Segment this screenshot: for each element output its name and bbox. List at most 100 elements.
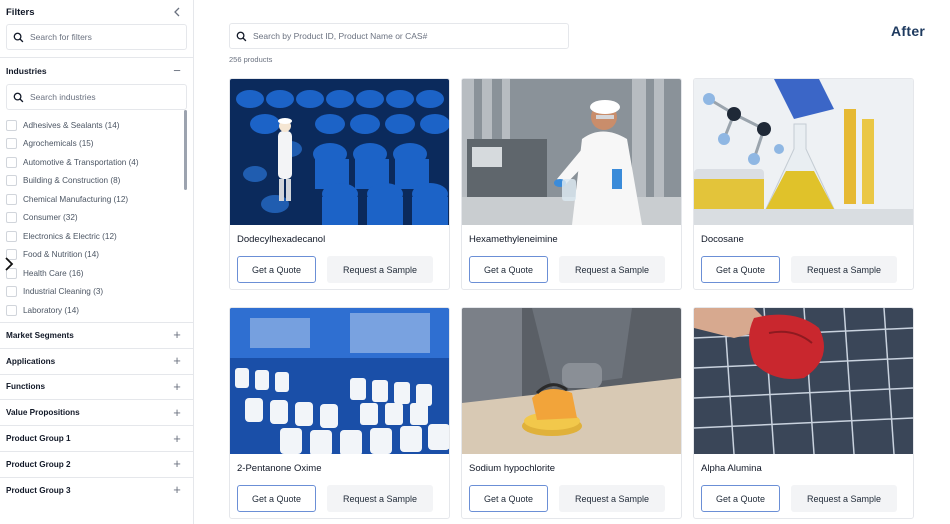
section-label: Market Segments <box>6 330 74 340</box>
product-search-input[interactable] <box>253 31 562 41</box>
section-applications[interactable]: Applications + <box>0 347 193 374</box>
industry-label: Electronics & Electric (12) <box>23 231 117 241</box>
industry-item[interactable]: Food & Nutrition (14) <box>0 246 193 265</box>
product-card[interactable]: Alpha Alumina Get a Quote Request a Samp… <box>693 307 914 519</box>
industry-label: Agrochemicals (15) <box>23 139 94 149</box>
product-name[interactable]: Dodecylhexadecanol <box>237 234 325 245</box>
industry-item[interactable]: Building & Construction (8) <box>0 172 193 191</box>
checkbox[interactable] <box>6 193 17 205</box>
industry-item[interactable]: Adhesives & Sealants (14) <box>0 116 193 135</box>
get-quote-button[interactable]: Get a Quote <box>469 256 548 283</box>
plus-icon[interactable]: + <box>172 457 182 470</box>
industry-item[interactable]: Consumer (32) <box>0 209 193 228</box>
request-sample-button[interactable]: Request a Sample <box>327 485 433 512</box>
industries-scrollbar[interactable] <box>184 110 187 190</box>
collapse-sidebar-icon[interactable] <box>171 6 183 18</box>
solar-panel-cleaning-photo[interactable] <box>694 308 913 454</box>
bottle-production-line-photo[interactable] <box>230 308 449 454</box>
product-name[interactable]: Alpha Alumina <box>701 463 762 474</box>
product-card[interactable]: Docosane Get a Quote Request a Sample <box>693 78 914 290</box>
request-sample-button[interactable]: Request a Sample <box>559 485 665 512</box>
industries-title: Industries <box>6 66 47 76</box>
request-sample-button[interactable]: Request a Sample <box>327 256 433 283</box>
product-name[interactable]: Docosane <box>701 234 744 245</box>
checkbox[interactable] <box>6 304 17 316</box>
search-icon <box>13 92 24 102</box>
checkbox[interactable] <box>6 119 17 131</box>
product-card[interactable]: Hexamethyleneimine Get a Quote Request a… <box>461 78 682 290</box>
industry-label: Automotive & Transportation (4) <box>23 157 139 167</box>
industries-search[interactable] <box>6 84 187 110</box>
get-quote-button[interactable]: Get a Quote <box>469 485 548 512</box>
industry-label: Consumer (32) <box>23 213 78 223</box>
minus-icon[interactable]: − <box>172 64 182 77</box>
plus-icon[interactable]: + <box>172 406 182 419</box>
checkbox[interactable] <box>6 230 17 242</box>
get-quote-button[interactable]: Get a Quote <box>237 485 316 512</box>
search-icon <box>13 32 24 42</box>
checkbox[interactable] <box>6 286 17 298</box>
checkbox[interactable] <box>6 138 17 150</box>
after-badge: After <box>891 23 926 39</box>
section-market-segments[interactable]: Market Segments + <box>0 322 193 348</box>
industry-item[interactable]: Health Care (16) <box>0 264 193 283</box>
get-quote-button[interactable]: Get a Quote <box>237 256 316 283</box>
industries-list: Adhesives & Sealants (14) Agrochemicals … <box>0 110 193 322</box>
industry-item[interactable]: Electronics & Electric (12) <box>0 227 193 246</box>
section-product-group-1[interactable]: Product Group 1 + <box>0 425 193 451</box>
section-product-group-3[interactable]: Product Group 3 + <box>0 476 193 503</box>
industry-label: Laboratory (14) <box>23 305 79 315</box>
plus-icon[interactable]: + <box>172 354 182 367</box>
product-card[interactable]: Dodecylhexadecanol Get a Quote Request a… <box>229 78 450 290</box>
industry-item[interactable]: Chemical Manufacturing (12) <box>0 190 193 209</box>
chevron-right-icon <box>5 257 14 271</box>
filters-sidebar: Filters Industries − Adhesives & Sealant… <box>0 0 194 524</box>
get-quote-button[interactable]: Get a Quote <box>701 256 780 283</box>
blue-drums-warehouse-photo[interactable] <box>230 79 449 225</box>
industry-label: Health Care (16) <box>23 268 84 278</box>
plus-icon[interactable]: + <box>172 432 182 445</box>
plus-icon[interactable]: + <box>172 380 182 393</box>
sanding-worker-photo[interactable] <box>462 308 681 454</box>
section-label: Applications <box>6 356 56 366</box>
section-product-group-2[interactable]: Product Group 2 + <box>0 450 193 477</box>
section-value-propositions[interactable]: Value Propositions + <box>0 399 193 425</box>
filter-search[interactable] <box>6 24 187 50</box>
industry-item[interactable]: Industrial Cleaning (3) <box>0 283 193 302</box>
industries-section-header[interactable]: Industries − <box>0 58 193 84</box>
section-functions[interactable]: Functions + <box>0 373 193 400</box>
checkbox[interactable] <box>6 175 17 187</box>
section-label: Product Group 3 <box>6 485 71 495</box>
section-label: Product Group 1 <box>6 434 71 444</box>
get-quote-button[interactable]: Get a Quote <box>701 485 780 512</box>
filter-search-input[interactable] <box>30 32 180 42</box>
industry-label: Industrial Cleaning (3) <box>23 287 104 297</box>
product-search[interactable] <box>229 23 569 49</box>
industries-search-input[interactable] <box>30 92 180 102</box>
product-card[interactable]: 2-Pentanone Oxime Get a Quote Request a … <box>229 307 450 519</box>
flasks-molecule-photo[interactable] <box>694 79 913 225</box>
filters-header: Filters <box>0 0 193 24</box>
section-label: Value Propositions <box>6 408 80 418</box>
product-card[interactable]: Sodium hypochlorite Get a Quote Request … <box>461 307 682 519</box>
product-name[interactable]: Sodium hypochlorite <box>469 463 555 474</box>
product-count: 256 products <box>229 55 273 64</box>
request-sample-button[interactable]: Request a Sample <box>559 256 665 283</box>
industry-item[interactable]: Automotive & Transportation (4) <box>0 153 193 172</box>
plus-icon[interactable]: + <box>172 328 182 341</box>
lab-technician-photo[interactable] <box>462 79 681 225</box>
plus-icon[interactable]: + <box>172 483 182 496</box>
product-name[interactable]: 2-Pentanone Oxime <box>237 463 322 474</box>
industry-item[interactable]: Laboratory (14) <box>0 301 193 320</box>
checkbox[interactable] <box>6 212 17 224</box>
product-name[interactable]: Hexamethyleneimine <box>469 234 558 245</box>
section-label: Product Group 2 <box>6 459 71 469</box>
industry-label: Chemical Manufacturing (12) <box>23 194 129 204</box>
section-label: Functions <box>6 382 46 392</box>
request-sample-button[interactable]: Request a Sample <box>791 256 897 283</box>
checkbox[interactable] <box>6 156 17 168</box>
industry-item[interactable]: Agrochemicals (15) <box>0 135 193 154</box>
request-sample-button[interactable]: Request a Sample <box>791 485 897 512</box>
search-icon <box>236 31 247 41</box>
industry-label: Food & Nutrition (14) <box>23 250 99 260</box>
